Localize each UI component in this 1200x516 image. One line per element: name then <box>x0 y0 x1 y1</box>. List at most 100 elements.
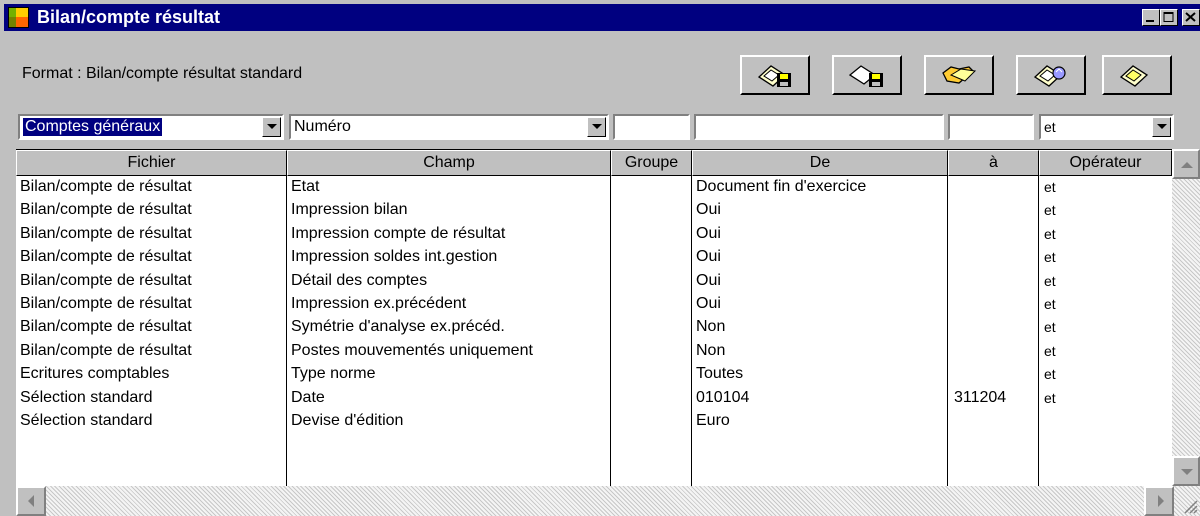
chevron-right-icon <box>1158 495 1164 507</box>
cell-champ: Date <box>291 388 325 406</box>
cell-champ: Devise d'édition <box>291 412 404 429</box>
cell-operateur: et <box>1044 225 1056 242</box>
scroll-right-button[interactable] <box>1144 486 1174 516</box>
from-input[interactable] <box>694 114 944 140</box>
chevron-down-icon <box>1181 469 1193 475</box>
file-select[interactable]: Comptes généraux <box>18 114 284 140</box>
chevron-up-icon <box>1181 162 1193 168</box>
cell-de: Non <box>696 341 726 359</box>
table-row[interactable]: Bilan/compte de résultat Impression bilan… <box>16 199 1172 221</box>
table-row[interactable]: Bilan/compte de résultat Impression ex.pr… <box>16 293 1172 315</box>
window: Bilan/compte résultat Format : Bilan/com… <box>0 0 1200 516</box>
cell-champ: Impression soldes int.gestion <box>291 248 498 266</box>
scroll-up-button[interactable] <box>1172 149 1200 179</box>
cell-fichier: Bilan/compte de résultat <box>20 201 192 219</box>
operator-select-value: et <box>1044 119 1056 135</box>
cell-champ: Impression bilan <box>291 201 408 219</box>
file-select-value: Comptes généraux <box>21 117 164 137</box>
table-row[interactable]: Bilan/compte de résultat Etat Document fin… <box>16 176 1172 198</box>
cell-champ: Postes mouvementés uniquement <box>291 341 533 359</box>
operator-select-dropdown-button[interactable] <box>1152 117 1171 137</box>
column-header-a[interactable]: à <box>948 150 1039 176</box>
chevron-down-icon <box>267 124 277 129</box>
save-as-format-icon <box>848 65 883 87</box>
to-input[interactable] <box>948 114 1034 140</box>
horizontal-scrollbar[interactable] <box>16 486 1200 516</box>
scroll-down-button[interactable] <box>1172 456 1200 486</box>
chevron-down-icon <box>1157 124 1167 129</box>
vertical-scrollbar[interactable] <box>1172 149 1200 486</box>
table-row[interactable]: Bilan/compte de résultat Détail des compt… <box>16 270 1172 292</box>
table-row[interactable]: Ecritures comptables Type norme Toutes et <box>16 363 1172 385</box>
cell-de: Oui <box>696 224 721 242</box>
cell-champ: Etat <box>291 178 320 195</box>
cell-de: Oui <box>696 248 721 266</box>
cell-operateur: et <box>1044 389 1056 406</box>
resize-grip-icon[interactable] <box>1182 498 1198 514</box>
cell-operateur: et <box>1044 342 1056 359</box>
table-row[interactable]: Bilan/compte de résultat Impression solde… <box>16 246 1172 268</box>
maximize-button[interactable] <box>1160 9 1178 26</box>
window-title: Bilan/compte résultat <box>37 7 221 27</box>
cell-fichier: Sélection standard <box>20 412 153 429</box>
cell-fichier: Sélection standard <box>20 388 153 406</box>
format-bar: Format : Bilan/compte résultat standard <box>0 31 1200 111</box>
print-icon <box>1119 65 1149 87</box>
field-select[interactable]: Numéro <box>289 114 609 140</box>
cell-champ: Type norme <box>291 365 376 383</box>
cell-de: Document fin d'exercice <box>696 178 867 195</box>
cell-operateur: et <box>1044 249 1056 266</box>
close-icon <box>1185 12 1196 22</box>
maximize-icon <box>1163 12 1174 22</box>
open-folder-icon <box>942 66 977 84</box>
group-input[interactable] <box>613 114 690 140</box>
open-button[interactable] <box>924 55 994 95</box>
cell-a: 311204 <box>954 388 1007 406</box>
file-select-dropdown-button[interactable] <box>262 117 281 137</box>
table-row[interactable]: Bilan/compte de résultat Symétrie d'analy… <box>16 316 1172 338</box>
cell-de: Non <box>696 318 726 336</box>
cell-de: Oui <box>696 295 721 312</box>
minimize-icon <box>1146 20 1154 22</box>
cell-champ: Détail des comptes <box>291 271 428 289</box>
cell-de: Euro <box>696 412 730 429</box>
field-select-value: Numéro <box>294 118 351 135</box>
table-row[interactable]: Sélection standard Devise d'édition Euro <box>16 410 1172 432</box>
field-select-dropdown-button[interactable] <box>587 117 606 137</box>
format-label: Format : Bilan/compte résultat standard <box>22 65 303 82</box>
save-format-button[interactable] <box>740 55 810 95</box>
close-button[interactable] <box>1182 9 1200 26</box>
criteria-table: Fichier Champ Groupe De à Opérateur Bila… <box>16 149 1172 487</box>
print-preview-button[interactable] <box>1016 55 1086 95</box>
cell-fichier: Bilan/compte de résultat <box>20 295 192 312</box>
column-header-champ[interactable]: Champ <box>287 150 611 176</box>
cell-champ: Symétrie d'analyse ex.précéd. <box>291 318 505 336</box>
column-header-groupe[interactable]: Groupe <box>611 150 692 176</box>
cell-operateur: et <box>1044 179 1056 195</box>
cell-fichier: Bilan/compte de résultat <box>20 318 192 336</box>
minimize-button[interactable] <box>1142 9 1160 26</box>
column-header-operateur[interactable]: Opérateur <box>1039 150 1172 176</box>
cell-operateur: et <box>1044 272 1056 289</box>
cell-operateur: et <box>1044 296 1056 312</box>
cell-de: Toutes <box>696 365 744 383</box>
cell-operateur: et <box>1044 202 1056 219</box>
cell-champ: Impression compte de résultat <box>291 224 506 242</box>
app-icon <box>8 7 29 28</box>
scroll-left-button[interactable] <box>16 486 46 516</box>
cell-fichier: Bilan/compte de résultat <box>20 248 192 266</box>
table-row[interactable]: Sélection standard Date 010104 311204 et <box>16 387 1172 409</box>
cell-fichier: Bilan/compte de résultat <box>20 224 192 242</box>
column-header-de[interactable]: De <box>692 150 948 176</box>
save-as-format-button[interactable] <box>832 55 902 95</box>
cell-operateur: et <box>1044 319 1056 336</box>
table-row[interactable]: Bilan/compte de résultat Impression compt… <box>16 223 1172 245</box>
cell-champ: Impression ex.précédent <box>291 295 467 312</box>
cell-de: Oui <box>696 201 721 219</box>
table-row[interactable]: Bilan/compte de résultat Postes mouvement… <box>16 340 1172 362</box>
print-button[interactable] <box>1102 55 1172 95</box>
cell-de: 010104 <box>696 388 750 406</box>
title-bar[interactable]: Bilan/compte résultat <box>4 4 1200 31</box>
column-header-fichier[interactable]: Fichier <box>16 150 287 176</box>
operator-select[interactable]: et <box>1039 114 1174 140</box>
